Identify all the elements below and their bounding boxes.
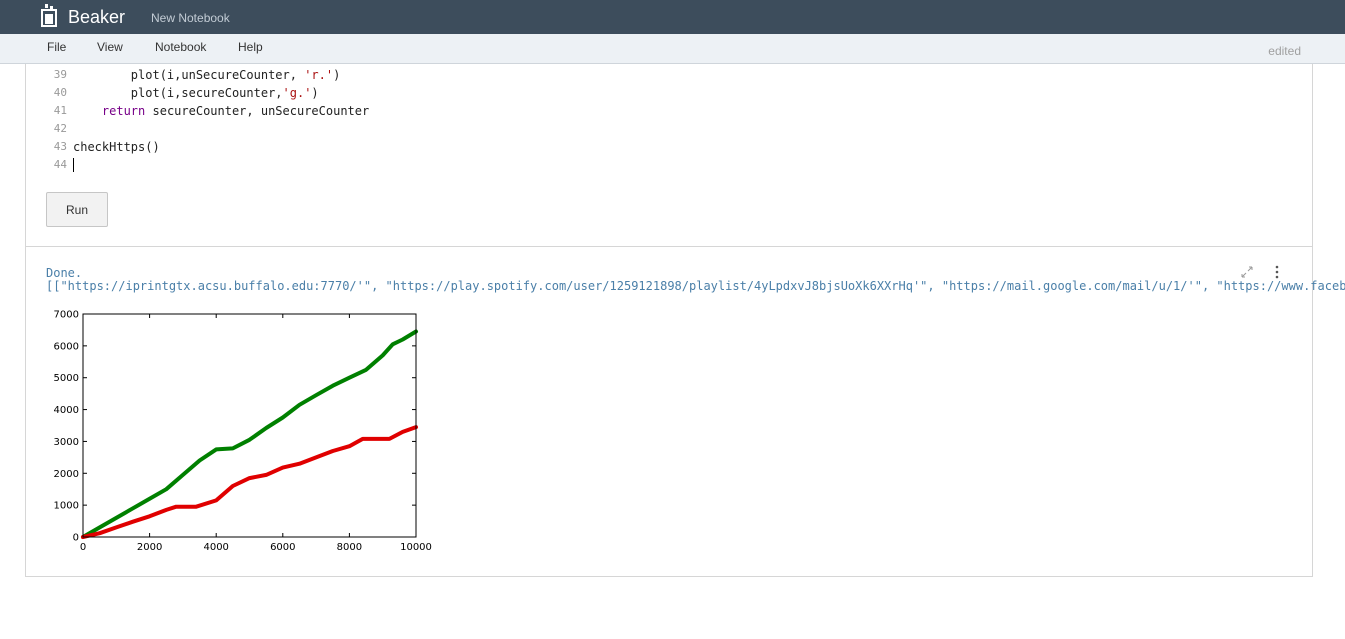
- code-text: plot(i,secureCounter,'g.'): [73, 86, 319, 100]
- y-tick-label: 4000: [54, 405, 79, 416]
- series-line-1: [81, 425, 418, 539]
- y-tick-label: 6000: [54, 341, 79, 352]
- x-tick-label: 4000: [203, 542, 228, 553]
- x-tick-label: 0: [80, 542, 86, 553]
- y-tick-label: 7000: [54, 310, 79, 321]
- line-number: 44: [53, 158, 67, 171]
- code-text: return secureCounter, unSecureCounter: [101, 104, 370, 118]
- line-number: 39: [53, 68, 67, 81]
- app-title: Beaker: [68, 7, 126, 27]
- output-plot: 0 2000 4000 6000 8000 10000 0 1000 2000 3000 4000 5…: [54, 310, 432, 554]
- plot-frame: [82, 313, 417, 538]
- y-tick-label: 5000: [54, 373, 79, 384]
- y-tick-label: 3000: [54, 437, 79, 448]
- menu-view[interactable]: View: [97, 40, 123, 54]
- vertical-dots-icon[interactable]: [1273, 265, 1281, 279]
- x-tick-label: 2000: [137, 542, 162, 553]
- edit-status: edited: [1268, 44, 1301, 58]
- expand-icon[interactable]: [1240, 265, 1254, 279]
- y-tick-label: 0: [73, 533, 79, 544]
- notebook-title[interactable]: New Notebook: [151, 11, 230, 25]
- x-tick-label: 6000: [270, 542, 295, 553]
- x-tick-label: 8000: [337, 542, 362, 553]
- menu-notebook[interactable]: Notebook: [155, 40, 206, 54]
- menu-help[interactable]: Help: [238, 40, 263, 54]
- line-number: 42: [53, 122, 67, 135]
- run-button[interactable]: Run: [46, 192, 108, 227]
- line-number: 43: [53, 140, 67, 153]
- beaker-logo-icon: [41, 4, 57, 27]
- line-number: 40: [53, 86, 67, 99]
- menu-file[interactable]: File: [47, 40, 66, 54]
- output-status: Done.: [46, 266, 83, 280]
- code-text: checkHttps(): [73, 140, 160, 154]
- output-result: [["https://iprintgtx.acsu.buffalo.edu:77…: [46, 279, 1345, 293]
- y-tick-label: 1000: [54, 501, 79, 512]
- y-tick-label: 2000: [54, 469, 79, 480]
- top-bar: Beaker New Notebook: [0, 0, 1345, 34]
- menu-bar: File View Notebook Help edited: [0, 34, 1345, 64]
- cell-divider: [25, 246, 1313, 247]
- x-tick-label: 10000: [400, 542, 432, 553]
- code-text: plot(i,unSecureCounter, 'r.'): [73, 68, 341, 82]
- series-line-0: [81, 329, 418, 539]
- text-cursor: [73, 158, 74, 172]
- line-number: 41: [53, 104, 67, 117]
